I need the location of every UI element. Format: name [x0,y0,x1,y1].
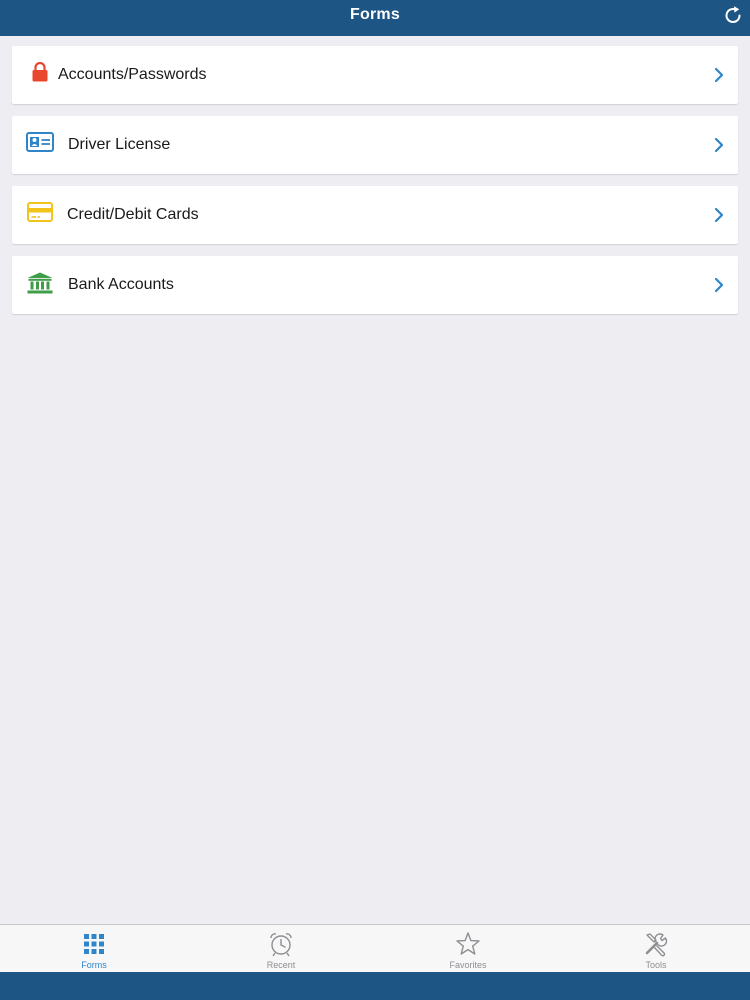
grid-icon [81,931,107,957]
chevron-right-icon [714,277,724,293]
tab-favorites[interactable]: Favorites [408,925,528,973]
bank-icon [26,272,54,296]
credit-card-icon [26,202,54,226]
form-item-bank-accounts[interactable]: Bank Accounts [12,256,738,314]
id-card-icon [26,132,54,156]
form-item-accounts-passwords[interactable]: Accounts/Passwords [12,46,738,104]
tab-tools[interactable]: Tools [596,925,716,973]
tab-bar: Forms Recent Favorites Tools [0,924,750,972]
refresh-icon [722,4,744,26]
forms-list: Accounts/Passwords Driver License Credit… [12,46,738,326]
form-item-label: Credit/Debit Cards [67,206,199,223]
form-item-driver-license[interactable]: Driver License [12,116,738,174]
form-item-label: Accounts/Passwords [58,66,207,83]
form-item-label: Driver License [68,136,171,153]
tab-label: Favorites [449,960,487,970]
lock-icon [26,62,54,86]
form-item-credit-debit-cards[interactable]: Credit/Debit Cards [12,186,738,244]
tab-recent[interactable]: Recent [221,925,341,973]
tab-label: Recent [266,960,296,970]
tab-label: Tools [645,960,667,970]
page-title: Forms [350,6,400,23]
alarm-clock-icon [268,931,294,957]
tab-forms[interactable]: Forms [34,925,154,973]
refresh-button[interactable] [722,4,744,26]
star-icon [455,931,481,957]
tools-icon [643,931,669,957]
form-item-label: Bank Accounts [68,276,174,293]
chevron-right-icon [714,207,724,223]
tab-label: Forms [81,960,107,970]
header-bar: Forms [0,0,750,36]
chevron-right-icon [714,67,724,83]
bottom-bar [0,972,750,1000]
chevron-right-icon [714,137,724,153]
